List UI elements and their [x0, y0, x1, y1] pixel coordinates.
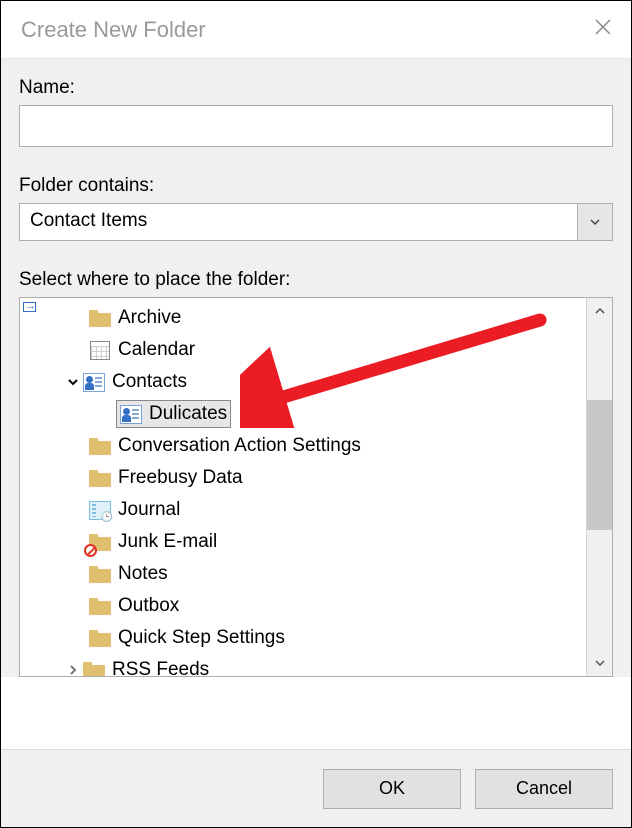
junk-icon	[88, 531, 112, 553]
tree-item-conversation-action-settings[interactable]: Conversation Action Settings	[20, 430, 586, 462]
dialog-button-bar: OK Cancel	[1, 749, 631, 827]
cancel-button[interactable]: Cancel	[475, 769, 613, 809]
folder-icon	[88, 307, 112, 329]
title-bar: Create New Folder	[1, 1, 631, 59]
tree-item-label: Conversation Action Settings	[118, 435, 361, 457]
folder-icon	[88, 435, 112, 457]
contact-icon	[119, 403, 143, 425]
calendar-icon	[88, 339, 112, 361]
scrollbar-vertical[interactable]	[586, 298, 612, 676]
tree-viewport[interactable]: Archive Calendar Contacts	[20, 298, 586, 676]
folder-tree: Archive Calendar Contacts	[19, 297, 613, 677]
folder-contains-label: Folder contains:	[19, 175, 613, 197]
tree-item-label: Freebusy Data	[118, 467, 243, 489]
folder-icon	[88, 467, 112, 489]
folder-contains-value: Contact Items	[19, 203, 577, 241]
tree-item-label: Calendar	[118, 339, 195, 361]
scroll-down-button[interactable]	[587, 650, 612, 676]
chevron-down-icon	[594, 657, 606, 669]
tree-item-outbox[interactable]: Outbox	[20, 590, 586, 622]
chevron-down-icon	[589, 216, 601, 228]
dropdown-button[interactable]	[577, 203, 613, 241]
folder-icon	[88, 563, 112, 585]
chevron-down-icon	[67, 376, 79, 388]
close-button[interactable]	[589, 13, 617, 41]
tree-item-label: Junk E-mail	[118, 531, 217, 553]
tree-item-notes[interactable]: Notes	[20, 558, 586, 590]
journal-icon	[88, 499, 112, 521]
tree-item-journal[interactable]: Journal	[20, 494, 586, 526]
tree-item-label: Contacts	[112, 371, 187, 393]
folder-icon	[82, 659, 106, 676]
folder-contains-select[interactable]: Contact Items	[19, 203, 613, 241]
chevron-up-icon	[594, 305, 606, 317]
outbox-icon	[88, 595, 112, 617]
close-icon	[593, 17, 613, 37]
disclosure-toggle[interactable]	[64, 664, 82, 676]
name-label: Name:	[19, 77, 613, 99]
tree-item-calendar[interactable]: Calendar	[20, 334, 586, 366]
tree-item-label: Dulicates	[149, 403, 227, 425]
dialog-title: Create New Folder	[21, 17, 206, 43]
contact-icon	[82, 371, 106, 393]
chevron-right-icon	[67, 664, 79, 676]
tree-item-quick-step-settings[interactable]: Quick Step Settings	[20, 622, 586, 654]
disclosure-toggle[interactable]	[64, 376, 82, 388]
tree-item-rss-feeds[interactable]: RSS Feeds	[20, 654, 586, 676]
name-input[interactable]	[19, 105, 613, 147]
tree-item-label: Archive	[118, 307, 181, 329]
tree-item-label: Quick Step Settings	[118, 627, 285, 649]
tree-item-contacts[interactable]: Contacts	[20, 366, 586, 398]
scroll-up-button[interactable]	[587, 298, 612, 324]
tree-item-freebusy-data[interactable]: Freebusy Data	[20, 462, 586, 494]
tree-item-label: Notes	[118, 563, 168, 585]
tree-item-junk-email[interactable]: Junk E-mail	[20, 526, 586, 558]
tree-item-label: Journal	[118, 499, 180, 521]
ok-button[interactable]: OK	[323, 769, 461, 809]
tree-item-archive[interactable]: Archive	[20, 302, 586, 334]
scrollbar-thumb[interactable]	[587, 400, 612, 530]
tree-item-label: RSS Feeds	[112, 659, 209, 676]
place-folder-label: Select where to place the folder:	[19, 269, 613, 291]
folder-icon	[88, 627, 112, 649]
tree-item-label: Outbox	[118, 595, 179, 617]
tree-item-dulicates[interactable]: Dulicates	[20, 398, 586, 430]
